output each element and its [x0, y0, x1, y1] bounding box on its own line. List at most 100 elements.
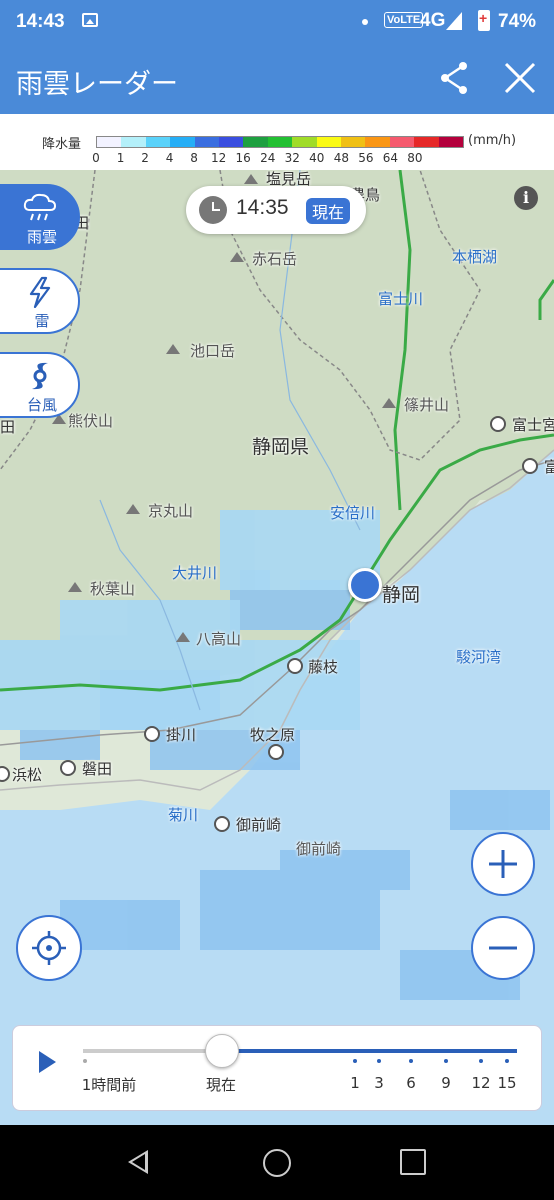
place-label: 磐田 [82, 760, 113, 778]
home-icon[interactable] [263, 1149, 291, 1177]
layer-button-rain[interactable]: 雨雲 [0, 184, 80, 250]
notification-dot-icon [362, 19, 368, 25]
plus-icon [489, 850, 517, 878]
legend-color-swatch [97, 137, 122, 147]
legend-color-swatch [389, 137, 415, 147]
place-label: 赤石岳 [252, 250, 298, 268]
observation-time: 14:35 [236, 196, 289, 219]
legend-tick-label: 56 [358, 151, 374, 165]
timeline-tick [353, 1059, 357, 1063]
legend-label: 降水量 [42, 137, 82, 152]
legend-color-swatch [292, 137, 317, 147]
place-label: 掛川 [166, 726, 197, 744]
battery-percent: 74% [498, 11, 537, 32]
mountain-icon [230, 252, 244, 262]
mountain-icon [126, 504, 140, 514]
app-bar: 雨雲レーダー [0, 44, 554, 114]
status-bar: 14:43 VoLTE 4G 74% [0, 0, 554, 44]
city-marker [522, 458, 538, 474]
timeline-label: 9 [441, 1074, 451, 1092]
place-label: 秋葉山 [90, 580, 136, 598]
share-icon[interactable] [436, 58, 476, 98]
city-marker [268, 744, 284, 760]
timeline-label: 12 [471, 1074, 491, 1092]
legend-tick-label: 0 [92, 151, 100, 165]
current-location-button[interactable] [16, 915, 82, 981]
system-nav-bar [0, 1125, 554, 1200]
legend-tick-label: 2 [141, 151, 149, 165]
city-marker [214, 816, 230, 832]
clock-icon [199, 196, 227, 224]
precipitation-legend: 降水量 0 1 2 4 8 12 16 24 32 40 48 56 64 80 (mm/h) [0, 114, 554, 171]
observation-time-pill: 14:35 現在 [186, 186, 366, 234]
time-slider-handle[interactable] [204, 1034, 239, 1068]
legend-tick-label: 64 [382, 151, 399, 165]
battery-icon [478, 10, 490, 31]
timeline-label: 15 [497, 1074, 517, 1092]
place-label: 篠井山 [404, 396, 450, 414]
layer-label: 台風 [26, 396, 57, 414]
timeline-label: 1時間前 [81, 1076, 137, 1094]
city-marker [144, 726, 160, 742]
place-label: 牧之原 [250, 726, 296, 744]
legend-color-swatch [365, 137, 390, 147]
timeline-label: 1 [350, 1074, 360, 1092]
place-label: 安倍川 [330, 504, 376, 522]
legend-tick-label: 40 [309, 151, 325, 165]
place-label: 御前崎 [236, 816, 282, 834]
legend-tick-label: 1 [116, 151, 125, 165]
place-label: 富士川 [378, 290, 424, 308]
rain-cloud-icon [23, 193, 57, 221]
city-marker [60, 760, 76, 776]
radar-map[interactable]: 塩見岳 農鳥 田 赤石岳 本栖湖 富士川 池口岳 篠井山 田 熊伏山 富士宮 静… [0, 170, 554, 1125]
layer-label: 雨雲 [26, 228, 57, 246]
time-slider-track[interactable] [83, 1049, 517, 1053]
timeline-tick [377, 1059, 381, 1063]
timeline-tick [479, 1059, 483, 1063]
back-icon[interactable] [128, 1150, 148, 1174]
place-label: 菊川 [168, 806, 199, 824]
network-type: 4G [420, 10, 446, 31]
mountain-icon [68, 582, 82, 592]
layer-button-typhoon[interactable]: 台風 [0, 352, 80, 418]
place-label: 本栖湖 [452, 248, 498, 266]
place-label: 富士 [544, 458, 554, 476]
place-label: 御前崎 [296, 840, 342, 858]
close-icon[interactable] [500, 58, 540, 98]
legend-color-swatch [243, 137, 268, 147]
timeline-label: 3 [374, 1074, 384, 1092]
typhoon-icon [32, 362, 48, 390]
legend-tick-label: 32 [284, 151, 300, 165]
layer-button-lightning[interactable]: 雷 [0, 268, 80, 334]
legend-tick-label: 24 [260, 151, 276, 165]
place-label: 浜松 [12, 766, 43, 784]
legend-color-swatch [170, 137, 195, 147]
city-marker [287, 658, 303, 674]
legend-color-swatch [145, 137, 171, 147]
mountain-icon [176, 632, 190, 642]
play-icon[interactable] [39, 1051, 56, 1073]
legend-color-swatch [438, 137, 464, 147]
status-time: 14:43 [16, 11, 65, 32]
city-marker [490, 416, 506, 432]
zoom-out-button[interactable] [471, 916, 535, 980]
recents-icon[interactable] [400, 1149, 426, 1175]
mountain-icon [166, 344, 180, 354]
zoom-in-button[interactable] [471, 832, 535, 896]
legend-color-swatch [316, 137, 342, 147]
layer-label: 雷 [34, 312, 50, 330]
legend-ticks: 0 1 2 4 8 12 16 24 32 40 48 56 64 80 [92, 151, 464, 167]
timeline-tick [505, 1059, 509, 1063]
info-icon[interactable]: i [514, 186, 538, 210]
legend-tick-label: 8 [190, 151, 198, 165]
place-label: 静岡県 [252, 436, 310, 458]
volte-badge: VoLTE [384, 12, 424, 28]
place-label: 八高山 [196, 630, 242, 648]
timeline-tick [83, 1059, 87, 1063]
page-title: 雨雲レーダー [16, 69, 178, 100]
legend-tick-label: 48 [333, 151, 349, 165]
place-label: 駿河湾 [456, 648, 502, 666]
place-label: 富士宮 [512, 416, 554, 434]
legend-color-swatch [219, 137, 244, 147]
crosshair-icon [32, 931, 66, 965]
